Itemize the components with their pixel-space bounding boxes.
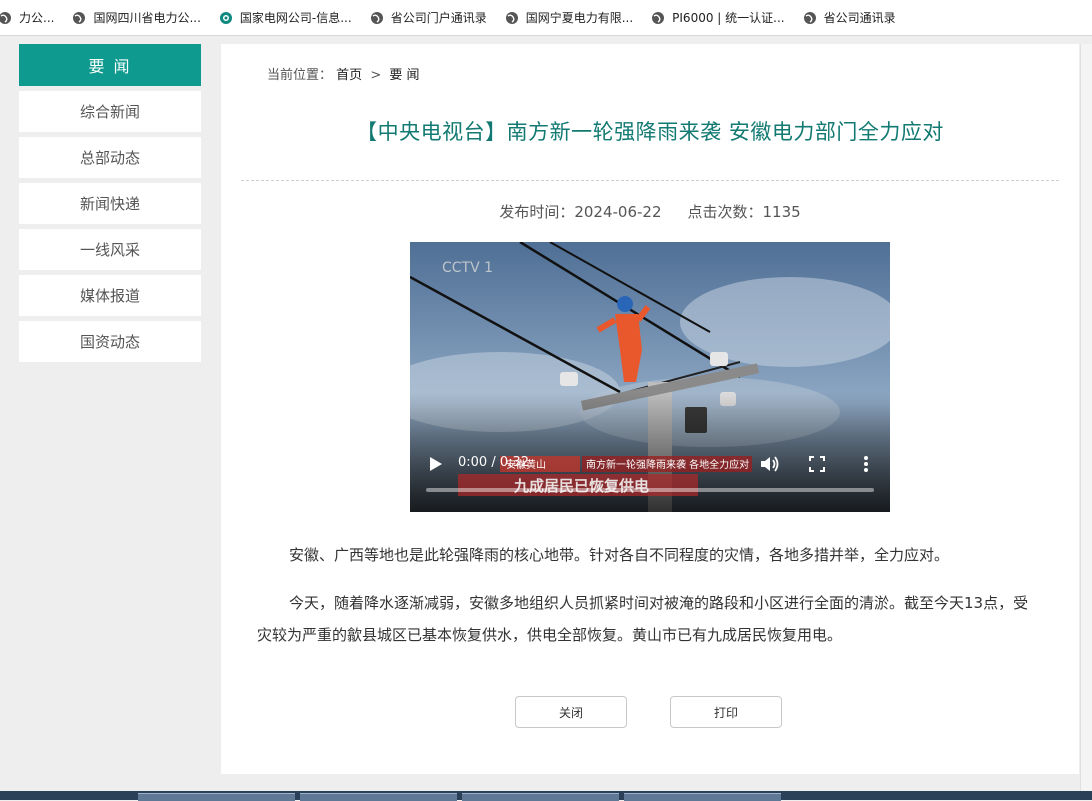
sidebar-item-general-news[interactable]: 综合新闻: [19, 91, 201, 132]
sidebar-item-media-reports[interactable]: 媒体报道: [19, 275, 201, 316]
view-count: 点击次数：1135: [687, 203, 801, 221]
bookmark-label: 省公司通讯录: [823, 11, 896, 25]
video-controls: 0:00 / 0:32: [410, 242, 890, 512]
more-options-icon[interactable]: [862, 455, 870, 473]
bookmark-item[interactable]: 力公...: [0, 9, 54, 26]
paragraph-text: 安徽、广西等地也是此轮强降雨的核心地带。针对各自不同程度的灾情，各地多措并举，全…: [289, 546, 950, 564]
fullscreen-icon[interactable]: [809, 456, 825, 472]
globe-icon: [652, 11, 665, 24]
globe-icon: [73, 11, 86, 24]
sidebar-item-frontline[interactable]: 一线风采: [19, 229, 201, 270]
bookmark-item[interactable]: 省公司通讯录: [803, 9, 896, 26]
sidebar-item-sasac-updates[interactable]: 国资动态: [19, 321, 201, 362]
bookmark-label: 国网四川省电力公...: [93, 11, 201, 25]
close-button[interactable]: 关闭: [515, 696, 627, 728]
article-paragraph: 今天，随着降水逐渐减弱，安徽多地组织人员抓紧时间对被淹的路段和小区进行全面的清淤…: [257, 587, 1041, 651]
scrollbar-track[interactable]: [1080, 44, 1092, 791]
bookmark-item[interactable]: 省公司门户通讯录: [370, 9, 487, 26]
bookmark-label: 省公司门户通讯录: [390, 11, 487, 25]
breadcrumb-home-link[interactable]: 首页: [336, 68, 362, 83]
bookmark-label: PI6000 | 统一认证...: [672, 11, 785, 25]
breadcrumb: 当前位置： 首页 > 要 闻: [267, 64, 420, 83]
bookmark-item[interactable]: 国网四川省电力公...: [72, 9, 201, 26]
article-paragraph: 安徽、广西等地也是此轮强降雨的核心地带。针对各自不同程度的灾情，各地多措并举，全…: [257, 539, 1041, 571]
bookmarks-bar: 力公... 国网四川省电力公... 国家电网公司-信息... 省公司门户通讯录 …: [0, 0, 1092, 36]
video-time: 0:00 / 0:32: [458, 455, 530, 470]
sidebar-item-hq-updates[interactable]: 总部动态: [19, 137, 201, 178]
play-icon[interactable]: [429, 456, 443, 472]
sidebar-item-news-express[interactable]: 新闻快递: [19, 183, 201, 224]
publish-date: 发布时间：2024-06-22: [499, 203, 662, 221]
bookmark-label: 力公...: [19, 11, 55, 25]
globe-icon: [505, 11, 518, 24]
bookmark-item[interactable]: PI6000 | 统一认证...: [651, 9, 785, 26]
bookmark-item[interactable]: 国网宁夏电力有限...: [505, 9, 633, 26]
breadcrumb-current[interactable]: 要 闻: [389, 68, 419, 83]
globe-icon: [370, 11, 383, 24]
video-player[interactable]: CCTV 1 安徽黄山 南方新一轮强降雨来袭 各地全力应对 九成居民已恢复供电 …: [410, 242, 890, 512]
article-panel: 当前位置： 首页 > 要 闻 【中央电视台】南方新一轮强降雨来袭 安徽电力部门全…: [221, 44, 1079, 774]
sgcc-logo-icon: [219, 11, 232, 24]
breadcrumb-separator: >: [370, 68, 382, 83]
globe-icon: [803, 11, 816, 24]
bookmark-item[interactable]: 国家电网公司-信息...: [219, 9, 352, 26]
sidebar-header[interactable]: 要 闻: [19, 44, 201, 86]
sidebar: 要 闻 综合新闻 总部动态 新闻快递 一线风采 媒体报道 国资动态: [19, 44, 201, 362]
paragraph-text: 今天，随着降水逐渐减弱，安徽多地组织人员抓紧时间对被淹的路段和小区进行全面的清淤…: [257, 594, 1029, 644]
volume-icon[interactable]: [760, 455, 780, 473]
bookmark-label: 国网宁夏电力有限...: [525, 11, 634, 25]
breadcrumb-prefix: 当前位置：: [267, 68, 333, 83]
print-button[interactable]: 打印: [670, 696, 782, 728]
article-title: 【中央电视台】南方新一轮强降雨来袭 安徽电力部门全力应对: [356, 120, 944, 144]
article-meta: 发布时间：2024-06-22 点击次数：1135: [241, 201, 1059, 222]
bookmark-label: 国家电网公司-信息...: [239, 11, 352, 25]
title-divider: [241, 180, 1059, 181]
globe-icon: [0, 11, 11, 24]
video-progress-bar[interactable]: [426, 488, 874, 492]
